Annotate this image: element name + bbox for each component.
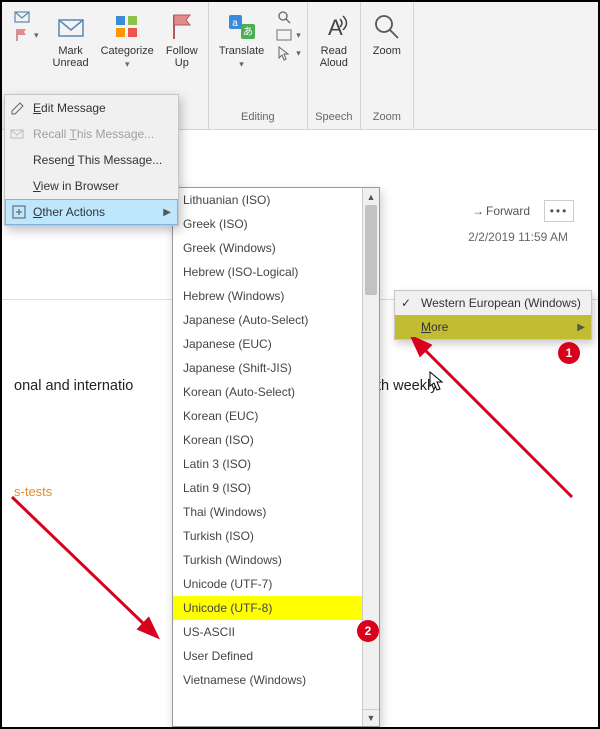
chevron-right-icon: ▶	[577, 322, 585, 333]
dropdown-caret-icon: ▾	[34, 30, 39, 41]
zoom-group-label: Zoom	[373, 111, 401, 127]
encoding-option[interactable]: Unicode (UTF-8)	[173, 596, 362, 620]
edit-message-item[interactable]: Edit Message	[5, 95, 178, 121]
speech-group-label: Speech	[315, 111, 352, 127]
encoding-option[interactable]: Japanese (Auto-Select)	[173, 308, 362, 332]
flag-icon	[166, 11, 198, 43]
recall-message-item: Recall This Message...	[5, 121, 178, 147]
scrollbar[interactable]: ▲ ▼	[362, 188, 379, 726]
encoding-option[interactable]: Lithuanian (ISO)	[173, 188, 362, 212]
zoom-group: Zoom Zoom	[361, 2, 414, 129]
search-small-icon	[276, 9, 292, 25]
actions-context-menu: Edit Message Recall This Message... Rese…	[4, 94, 179, 226]
flag-small-icon	[14, 27, 30, 43]
view-in-browser-item[interactable]: View in Browser	[5, 173, 178, 199]
encoding-option[interactable]: Latin 9 (ISO)	[173, 476, 362, 500]
translate-label: Translate	[219, 45, 264, 57]
related-button[interactable]: ▾	[276, 27, 301, 43]
callout-badge-2: 2	[357, 620, 379, 642]
more-encodings-item[interactable]: More ▶	[395, 315, 591, 339]
unknown-small-btn-1[interactable]	[14, 9, 30, 25]
cursor-small-icon	[276, 45, 292, 61]
encoding-option[interactable]: Vietnamese (Windows)	[173, 668, 362, 692]
encoding-option[interactable]: Hebrew (Windows)	[173, 284, 362, 308]
encoding-option[interactable]: Korean (Auto-Select)	[173, 380, 362, 404]
encoding-option[interactable]: Greek (Windows)	[173, 236, 362, 260]
envelope-icon	[55, 11, 87, 43]
encoding-option[interactable]: Korean (ISO)	[173, 428, 362, 452]
recall-icon	[10, 126, 26, 142]
scroll-thumb[interactable]	[365, 205, 377, 295]
read-aloud-button[interactable]: A Read Aloud	[314, 9, 354, 111]
western-european-item[interactable]: ✓ Western European (Windows)	[395, 291, 591, 315]
mark-unread-label: Mark Unread	[53, 45, 89, 69]
encoding-option[interactable]: Turkish (ISO)	[173, 524, 362, 548]
svg-text:あ: あ	[243, 26, 253, 38]
unknown-small-btn-2[interactable]: ▾	[14, 27, 39, 43]
zoom-button[interactable]: Zoom	[367, 9, 407, 111]
email-link-fragment[interactable]: s-tests	[14, 484, 52, 499]
resend-message-item[interactable]: Resend This Message...	[5, 147, 178, 173]
tools-icon	[11, 204, 27, 220]
translate-icon: aあ	[226, 11, 258, 43]
encoding-submenu: ✓ Western European (Windows) More ▶	[394, 290, 592, 340]
encoding-option[interactable]: Japanese (EUC)	[173, 332, 362, 356]
speech-group: A Read Aloud Speech	[308, 2, 361, 129]
encoding-option[interactable]: US-ASCII	[173, 620, 362, 644]
check-icon: ✓	[401, 296, 411, 310]
body-text-left: onal and internatio	[14, 378, 133, 394]
mouse-cursor-icon	[429, 371, 445, 391]
dropdown-caret-icon: ▾	[296, 48, 301, 59]
zoom-label: Zoom	[373, 45, 401, 57]
envelope-hollow-icon	[276, 27, 292, 43]
select-button[interactable]: ▾	[276, 45, 301, 61]
pencil-icon	[10, 100, 26, 116]
editing-group-label: Editing	[241, 111, 275, 127]
translate-button[interactable]: aあ Translate ▾	[215, 9, 268, 111]
encoding-option[interactable]: Thai (Windows)	[173, 500, 362, 524]
scroll-down-button[interactable]: ▼	[363, 709, 379, 726]
encoding-option[interactable]: Korean (EUC)	[173, 404, 362, 428]
read-aloud-label: Read Aloud	[320, 45, 348, 69]
encoding-option[interactable]: Hebrew (ISO-Logical)	[173, 260, 362, 284]
follow-up-label: Follow Up	[166, 45, 198, 69]
encoding-option[interactable]: Unicode (UTF-7)	[173, 572, 362, 596]
encoding-option[interactable]: Latin 3 (ISO)	[173, 452, 362, 476]
encoding-option[interactable]: Greek (ISO)	[173, 212, 362, 236]
encoding-option[interactable]: Turkish (Windows)	[173, 548, 362, 572]
dropdown-caret-icon: ▾	[125, 59, 130, 70]
encoding-option[interactable]: Japanese (Shift-JIS)	[173, 356, 362, 380]
zoom-icon	[371, 11, 403, 43]
categorize-label: Categorize	[101, 45, 154, 57]
dropdown-caret-icon: ▾	[239, 59, 244, 70]
envelope-small-icon	[14, 9, 30, 25]
email-date: 2/2/2019 11:59 AM	[468, 230, 568, 244]
svg-text:a: a	[232, 18, 238, 29]
dropdown-caret-icon: ▾	[296, 30, 301, 41]
other-actions-item[interactable]: Other Actions ▶	[5, 199, 178, 225]
editing-group: aあ Translate ▾ ▾	[209, 2, 308, 129]
scroll-up-button[interactable]: ▲	[363, 188, 379, 205]
more-actions-button[interactable]: •••	[544, 200, 574, 222]
encoding-option[interactable]: User Defined	[173, 644, 362, 668]
categorize-icon	[111, 11, 143, 43]
encoding-list-panel: Lithuanian (ISO)Greek (ISO)Greek (Window…	[172, 187, 380, 727]
callout-badge-1: 1	[558, 342, 580, 364]
find-button[interactable]	[276, 9, 292, 25]
chevron-right-icon: ▶	[163, 207, 171, 218]
forward-button[interactable]: →Forward	[472, 204, 530, 218]
read-aloud-icon: A	[318, 11, 350, 43]
